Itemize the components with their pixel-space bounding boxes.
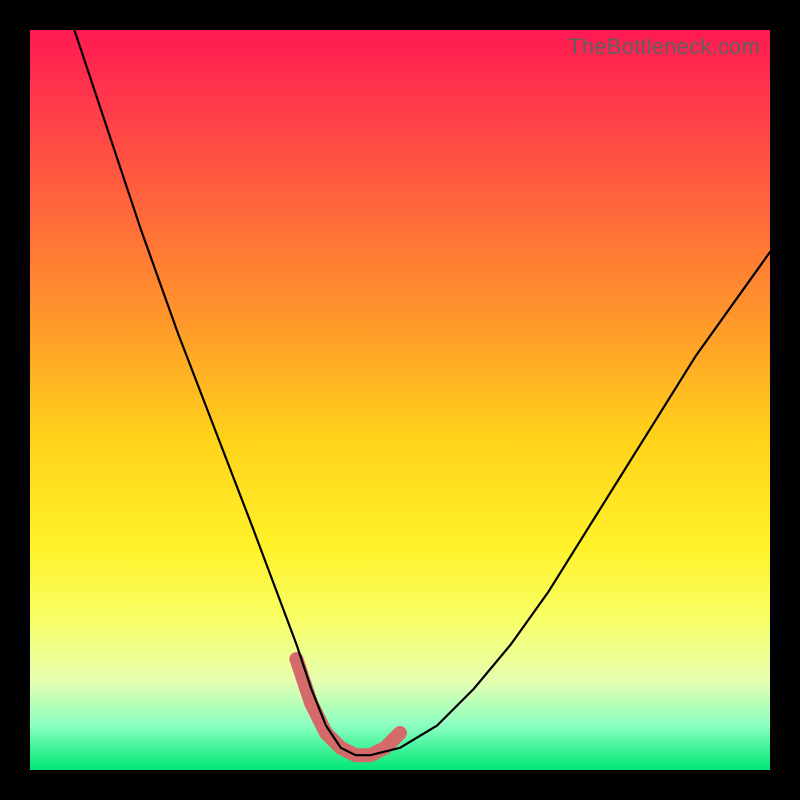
bottleneck-curve: [74, 30, 770, 755]
curve-layer: [30, 30, 770, 770]
chart-frame: TheBottleneck.com: [0, 0, 800, 800]
plot-area: TheBottleneck.com: [30, 30, 770, 770]
optimal-zone-highlight: [296, 659, 400, 755]
